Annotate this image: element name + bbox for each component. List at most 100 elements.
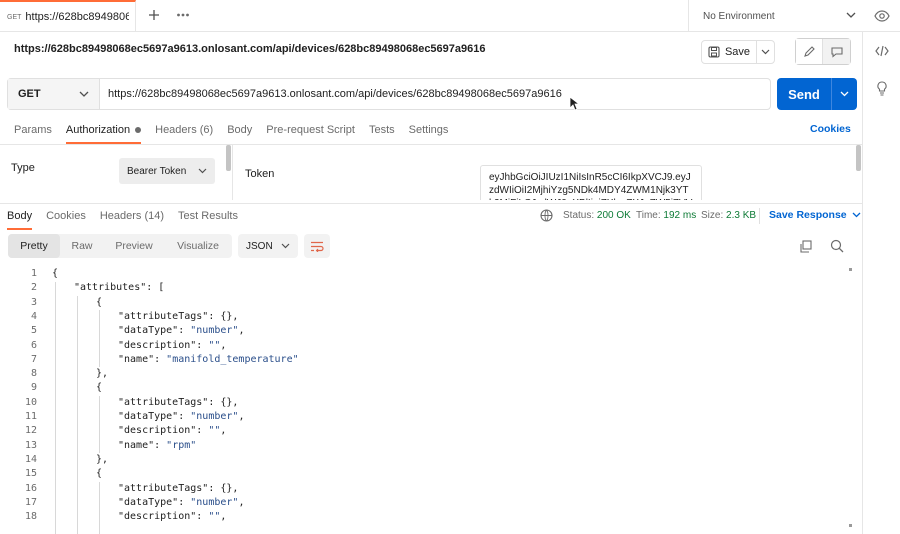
json-key: "attributeTags": [118, 396, 209, 408]
comment-icon[interactable]: [823, 39, 850, 64]
tab-authorization[interactable]: Authorization: [59, 117, 148, 144]
json-punct: },: [96, 368, 109, 380]
save-button[interactable]: Save: [702, 41, 757, 63]
size-value[interactable]: 2.3 KB: [726, 210, 756, 221]
save-options-chevron-icon[interactable]: [757, 41, 774, 63]
line-number: 16: [24, 482, 37, 494]
code-line: 2 "attributes": [: [0, 281, 840, 295]
json-key: "description": [118, 339, 197, 351]
url-input[interactable]: https://628bc89498068ec5697a9613.onlosan…: [100, 79, 770, 109]
view-mode-segment: Pretty Raw Preview Visualize: [8, 234, 232, 258]
left-scrollbar[interactable]: [226, 145, 231, 171]
format-label: JSON: [246, 240, 273, 252]
resp-tab-headers[interactable]: Headers (14): [93, 203, 171, 229]
lightbulb-icon[interactable]: [876, 81, 888, 96]
json-punct: :: [196, 425, 209, 437]
json-punct: {: [96, 382, 103, 394]
send-options-chevron-icon[interactable]: [832, 91, 857, 97]
code-text: "attributes": [: [74, 281, 164, 295]
format-select[interactable]: JSON: [238, 234, 298, 258]
request-tabs: Params Authorization Headers (6) Body Pr…: [0, 117, 862, 144]
wrap-lines-icon[interactable]: [304, 234, 330, 258]
code-text: },: [96, 453, 108, 467]
view-preview[interactable]: Preview: [104, 234, 164, 258]
save-response-button[interactable]: Save Response: [769, 209, 861, 221]
floppy-icon: [708, 46, 720, 58]
time-value[interactable]: 192 ms: [663, 210, 696, 221]
line-number: 2: [30, 282, 37, 294]
auth-type-select[interactable]: Bearer Token: [119, 158, 215, 184]
scroll-down-marker[interactable]: [848, 523, 854, 529]
tab-params[interactable]: Params: [7, 117, 59, 143]
new-tab-plus-icon[interactable]: [148, 9, 160, 21]
code-text: "attributeTags": {},: [118, 396, 238, 410]
json-punct: {: [96, 468, 103, 480]
json-punct: : {},: [208, 310, 239, 322]
status-value[interactable]: 200 OK: [597, 210, 631, 221]
json-string: "number": [190, 325, 239, 337]
code-text: "name": "manifold_temperature": [118, 353, 299, 367]
line-number: 18: [24, 511, 37, 523]
json-key: "attributeTags": [118, 310, 209, 322]
eye-icon[interactable]: [874, 10, 890, 22]
token-field[interactable]: eyJhbGciOiJIUzI1NiIsInR5cCI6IkpXVCJ9.eyJ…: [480, 165, 702, 200]
json-key: "description": [118, 511, 197, 523]
code-line: 4 "attributeTags": {},: [0, 310, 840, 324]
indent-guide: [77, 296, 78, 534]
json-punct: : {},: [208, 482, 239, 494]
code-text: "dataType": "number",: [118, 410, 244, 424]
json-key: "attributeTags": [118, 482, 209, 494]
environment-select[interactable]: No Environment: [688, 0, 864, 32]
status-dot-icon: [135, 127, 142, 133]
copy-icon[interactable]: [799, 240, 812, 253]
tab-headers[interactable]: Headers (6): [148, 117, 220, 143]
resp-tab-body[interactable]: Body: [0, 203, 39, 230]
line-number: 7: [30, 353, 37, 365]
code-text: "attributeTags": {},: [118, 482, 238, 496]
more-tabs-icon[interactable]: [176, 10, 190, 20]
pencil-icon[interactable]: [796, 39, 823, 64]
code-text: "dataType": "number",: [118, 496, 244, 510]
tab-bar: GET https://628bc89498068ec No Environme…: [0, 0, 900, 32]
search-icon[interactable]: [830, 239, 844, 253]
view-pretty[interactable]: Pretty: [8, 234, 60, 258]
code-line: 18 "description": "",: [0, 510, 840, 524]
tab-method-label: GET: [7, 13, 22, 21]
scroll-up-marker[interactable]: [848, 267, 854, 273]
response-body-editor[interactable]: 1{2 "attributes": [3{4 "attributeTags": {}…: [0, 267, 862, 534]
send-button[interactable]: Send: [777, 78, 857, 110]
code-snippet-icon[interactable]: [875, 45, 889, 57]
resp-tab-cookies[interactable]: Cookies: [39, 203, 93, 229]
resp-tab-test-results[interactable]: Test Results: [171, 203, 245, 229]
indent-guide: [55, 282, 56, 534]
cookies-link[interactable]: Cookies: [810, 123, 851, 135]
tab-pre-request-script[interactable]: Pre-request Script: [259, 117, 362, 143]
method-select[interactable]: GET: [8, 79, 100, 109]
view-visualize[interactable]: Visualize: [164, 234, 232, 258]
json-punct: :: [196, 511, 209, 523]
tab-settings[interactable]: Settings: [402, 117, 456, 143]
json-punct: : [: [146, 282, 165, 294]
save-label: Save: [724, 46, 751, 58]
right-scrollbar[interactable]: [856, 145, 861, 171]
request-tab[interactable]: GET https://628bc89498068ec: [0, 0, 136, 32]
code-text: {: [96, 381, 102, 395]
line-number: 13: [24, 439, 37, 451]
json-key: "dataType": [118, 496, 179, 508]
line-number: 17: [24, 496, 37, 508]
resp-tab-headers-count: (14): [144, 209, 165, 222]
time-label: Time:: [636, 210, 661, 221]
tab-body[interactable]: Body: [220, 117, 259, 143]
tab-tests[interactable]: Tests: [362, 117, 402, 143]
code-text: "dataType": "number",: [118, 324, 244, 338]
size-label: Size:: [701, 210, 724, 221]
line-number: 14: [24, 453, 37, 465]
json-punct: :: [154, 439, 167, 451]
line-number: 9: [30, 382, 37, 394]
auth-panel: Type Bearer Token Token eyJhbGciOiJIUzI1…: [0, 144, 862, 200]
globe-icon[interactable]: [540, 209, 553, 222]
json-key: "description": [118, 425, 197, 437]
auth-type-value: Bearer Token: [127, 165, 187, 177]
save-button-group: Save: [701, 40, 775, 64]
view-raw[interactable]: Raw: [60, 234, 104, 258]
